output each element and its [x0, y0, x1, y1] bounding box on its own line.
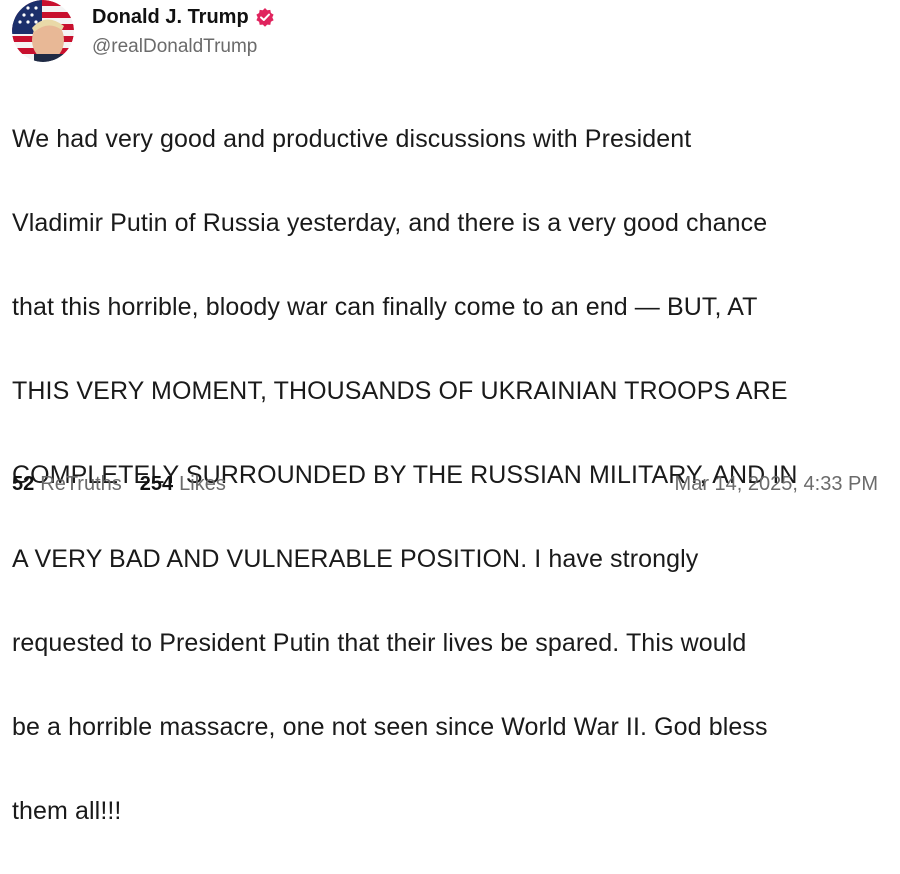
retruths-stat[interactable]: 52 ReTruths: [12, 473, 122, 496]
post-text-line: Vladimir Putin of Russia yesterday, and …: [12, 209, 768, 237]
post-text-line: that this horrible, bloody war can final…: [12, 293, 758, 321]
post-text-line: We had very good and productive discussi…: [12, 125, 692, 153]
likes-label: Likes: [179, 472, 226, 495]
avatar-flag-image: [12, 0, 74, 62]
post-timestamp[interactable]: Mar 14, 2025, 4:33 PM: [675, 473, 878, 496]
retruths-count: 52: [12, 472, 35, 495]
likes-stat[interactable]: 254 Likes: [140, 473, 226, 496]
author-block: Donald J. Trump @realDonaldTrump: [92, 0, 275, 58]
post-header: Donald J. Trump @realDonaldTrump: [12, 0, 275, 66]
post-card: Donald J. Trump @realDonaldTrump We had …: [0, 0, 900, 825]
post-text-line: A VERY BAD AND VULNERABLE POSITION. I ha…: [12, 545, 699, 573]
post-text-line: requested to President Putin that their …: [12, 629, 747, 657]
author-name-row: Donald J. Trump: [92, 4, 275, 30]
retruths-label: ReTruths: [40, 472, 122, 495]
author-handle[interactable]: @realDonaldTrump: [92, 36, 275, 58]
likes-count: 254: [139, 472, 174, 495]
post-text-line: be a horrible massacre, one not seen sin…: [12, 713, 768, 741]
post-text-line: them all!!!: [12, 797, 122, 825]
author-display-name[interactable]: Donald J. Trump: [92, 4, 249, 30]
post-footer: 52 ReTruths 254 Likes Mar 14, 2025, 4:33…: [12, 470, 878, 498]
avatar[interactable]: [12, 0, 74, 62]
verified-badge-icon: [255, 7, 275, 27]
post-text-line: THIS VERY MOMENT, THOUSANDS OF UKRAINIAN…: [12, 377, 788, 405]
